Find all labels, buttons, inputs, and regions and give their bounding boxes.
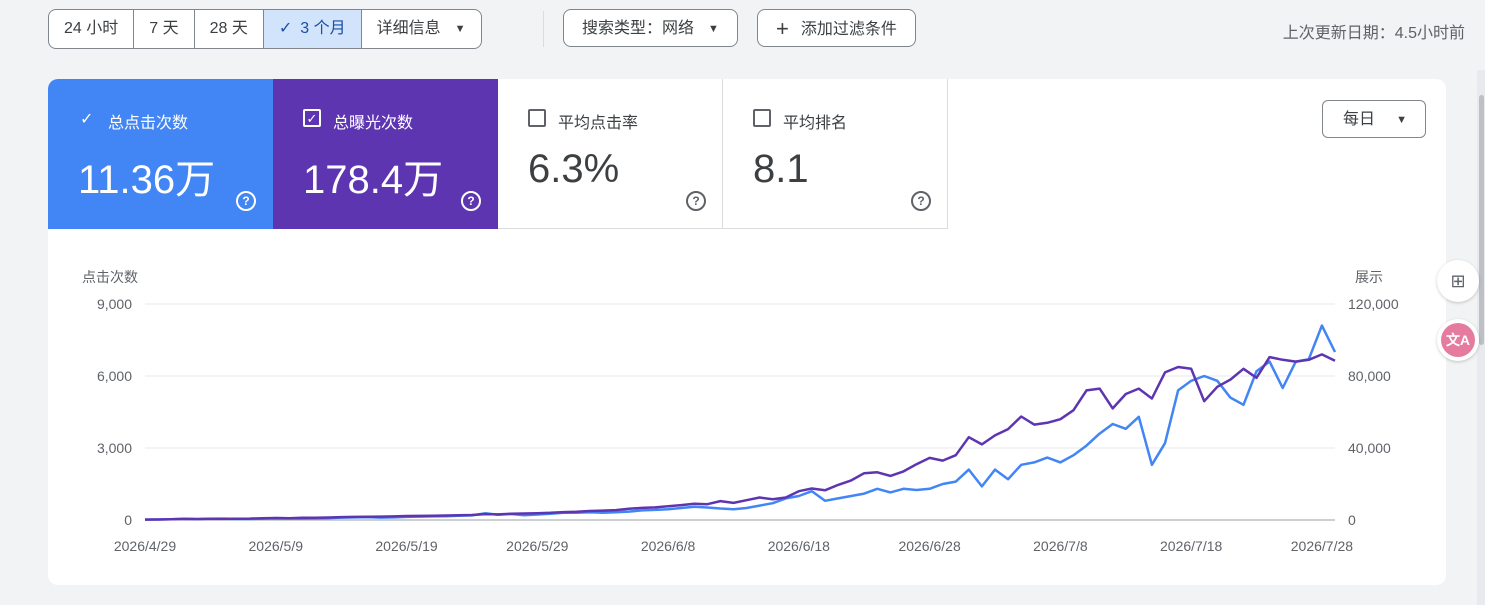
x-tick-label: 2026/6/8	[641, 538, 696, 554]
right-tick-label: 40,000	[1348, 440, 1391, 456]
right-axis-label: 展示	[1355, 269, 1383, 285]
x-tick-label: 2026/5/29	[506, 538, 568, 554]
caret-down-icon: ▼	[708, 23, 719, 35]
range-28d-button[interactable]: 28 天	[195, 10, 264, 48]
search-type-dropdown[interactable]: 搜索类型：网络 ▼	[563, 9, 738, 47]
range-details-label: 详细信息	[376, 20, 441, 37]
left-tick-label: 3,000	[97, 440, 132, 456]
right-tick-label: 0	[1348, 512, 1356, 528]
performance-chart: 点击次数 展示 0 3,000 6,000 9,000 0 40,000 80,000 120,0…	[82, 269, 1399, 554]
add-filter-label: 添加过滤条件	[800, 21, 897, 38]
range-7d-button[interactable]: 7 天	[134, 10, 195, 48]
right-tick-label: 80,000	[1348, 368, 1391, 384]
left-tick-label: 9,000	[97, 296, 132, 312]
scrollbar-thumb[interactable]	[1479, 95, 1484, 345]
left-tick-label: 0	[124, 512, 132, 528]
last-updated-text: 上次更新日期：4.5小时前	[1282, 25, 1465, 42]
translate-button[interactable]: 文A	[1437, 319, 1479, 361]
impressions-series-line	[144, 353, 1336, 521]
add-filter-button[interactable]: + 添加过滤条件	[757, 9, 916, 47]
toolbar: 24 小时 7 天 28 天 ✓ 3 个月 详细信息 ▼ 搜索类型：网络 ▼ + 添加过…	[0, 0, 1485, 60]
x-tick-label: 2026/5/19	[375, 538, 437, 554]
translate-icon: 文A	[1441, 323, 1475, 357]
date-range-selector: 24 小时 7 天 28 天 ✓ 3 个月 详细信息 ▼	[48, 9, 482, 49]
x-tick-label: 2026/4/29	[114, 538, 176, 554]
x-tick-label: 2026/6/28	[898, 538, 960, 554]
plus-icon: +	[776, 16, 789, 41]
search-type-label: 搜索类型：网络	[582, 20, 695, 37]
right-tick-label: 120,000	[1348, 296, 1399, 312]
caret-down-icon: ▼	[454, 23, 466, 35]
range-24h-button[interactable]: 24 小时	[49, 10, 135, 48]
clicks-series-line	[145, 324, 1337, 521]
performance-card: ✓ 总点击次数 11.36万 ? ✓ 总曝光次数 178.4万 ? 平均点击率 …	[48, 79, 1446, 585]
left-tick-label: 6,000	[97, 368, 132, 384]
apps-icon[interactable]: ⊞	[1437, 260, 1479, 302]
x-tick-label: 2026/5/9	[249, 538, 304, 554]
range-3m-button[interactable]: ✓ 3 个月	[263, 10, 362, 48]
check-icon: ✓	[278, 20, 293, 37]
left-axis-label: 点击次数	[82, 269, 138, 285]
x-tick-label: 2026/7/8	[1033, 538, 1088, 554]
range-3m-label: 3 个月	[300, 20, 346, 37]
range-details-dropdown[interactable]: 详细信息 ▼	[362, 10, 481, 48]
x-tick-label: 2026/6/18	[768, 538, 830, 554]
divider	[543, 11, 544, 47]
x-tick-label: 2026/7/18	[1160, 538, 1222, 554]
x-tick-label: 2026/7/28	[1291, 538, 1353, 554]
